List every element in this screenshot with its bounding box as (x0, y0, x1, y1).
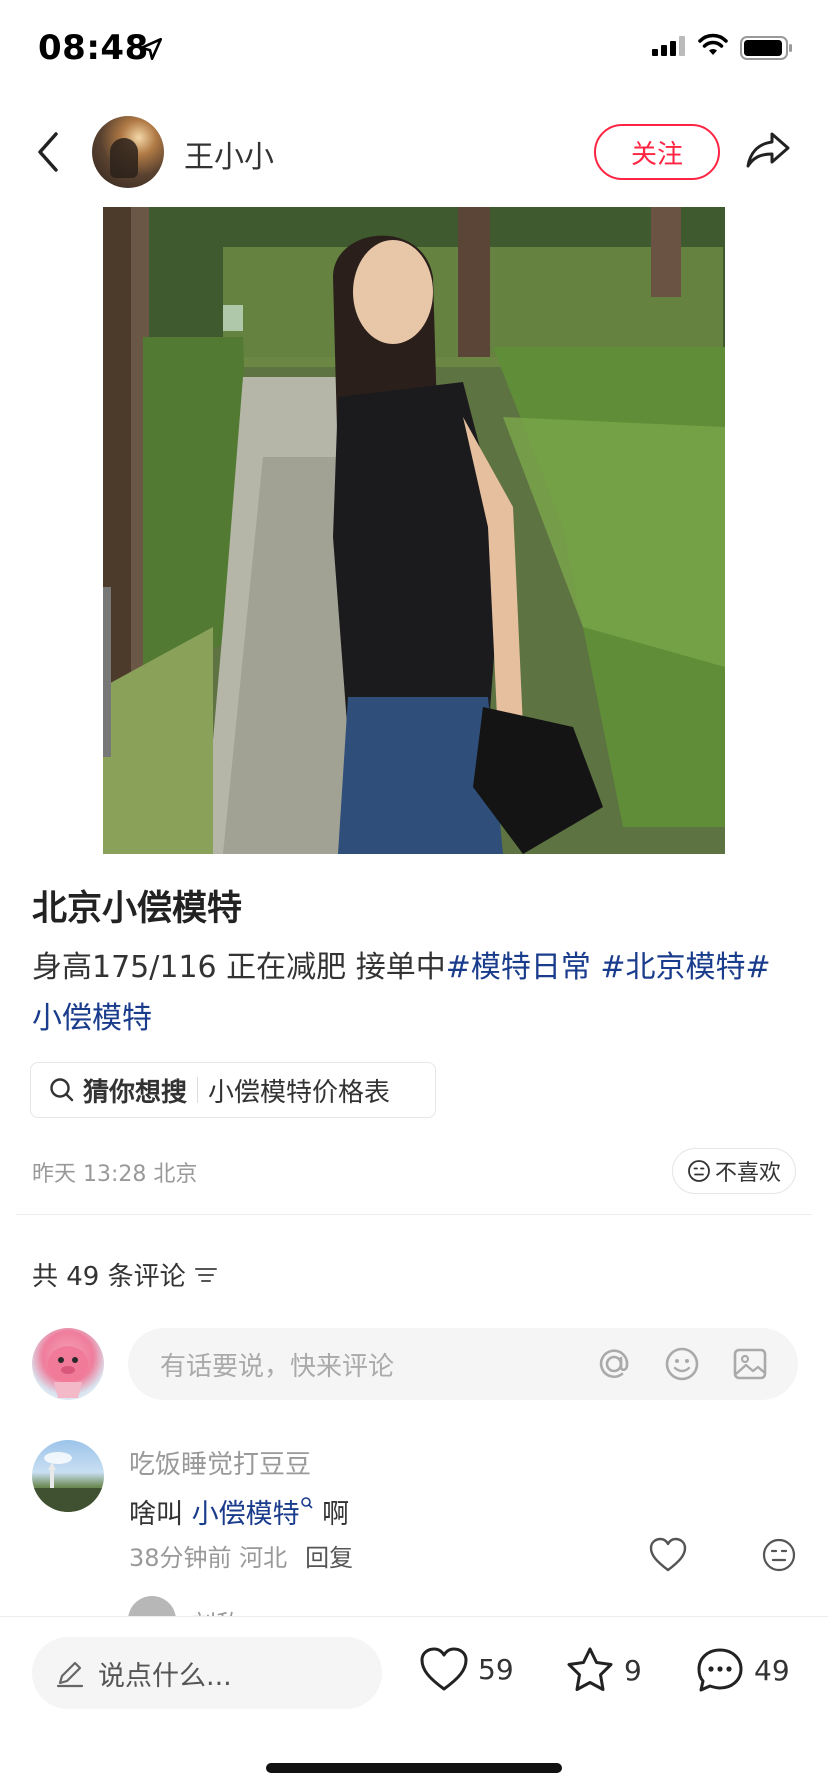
meh-face-icon (688, 1160, 710, 1182)
search-chip-query: 小偿模特价格表 (208, 1077, 391, 1108)
search-icon (50, 1078, 74, 1102)
commenter-avatar-art (32, 1452, 104, 1512)
post-body-text: 身高175/116 正在减肥 接单中 (32, 950, 446, 985)
comment-button[interactable]: 49 (694, 1645, 790, 1695)
comment-input-placeholder: 有话要说，快来评论 (160, 1351, 395, 1382)
comment-like-icon[interactable] (648, 1536, 688, 1574)
battery-icon (740, 36, 792, 60)
post-photo-illustration (103, 207, 725, 854)
comment-keyword-link[interactable]: 小偿模特 (192, 1499, 300, 1530)
comment-text-after: 啊 (313, 1499, 350, 1530)
post-photo[interactable] (103, 207, 725, 854)
home-indicator (266, 1763, 562, 1773)
comment-input-tools (592, 1342, 772, 1386)
comment-input[interactable]: 有话要说，快来评论 (128, 1328, 798, 1400)
comment-text: 啥叫 小偿模特 啊 (129, 1492, 349, 1531)
favorite-count: 9 (624, 1653, 642, 1687)
dislike-button[interactable]: 不喜欢 (672, 1148, 796, 1194)
comment-text-before: 啥叫 (129, 1499, 192, 1530)
status-time: 08:48 (38, 28, 149, 68)
author-avatar[interactable] (92, 116, 164, 188)
back-arrow-icon[interactable] (34, 130, 64, 174)
comment-count-label: 共 49 条评论 (32, 1262, 186, 1292)
sort-filter-icon (194, 1267, 217, 1282)
chip-divider (197, 1077, 199, 1103)
wifi-icon (698, 33, 728, 55)
comment-count-sort[interactable]: 共 49 条评论 (32, 1256, 218, 1293)
commenter-name[interactable]: 吃饭睡觉打豆豆 (129, 1444, 311, 1481)
search-chip-prefix: 猜你想搜 (83, 1077, 188, 1108)
cellular-signal-icon (652, 36, 685, 56)
image-icon[interactable] (728, 1342, 772, 1386)
search-suggestion-chip[interactable]: 猜你想搜 小偿模特价格表 (30, 1062, 436, 1118)
hashtag-link[interactable]: #北京模特# (600, 950, 770, 985)
star-icon (567, 1647, 613, 1691)
comment-meta: 38分钟前 河北 回复 (129, 1538, 353, 1573)
pencil-icon (56, 1661, 84, 1688)
emoji-icon[interactable] (660, 1342, 704, 1386)
like-count: 59 (478, 1652, 514, 1686)
location-arrow-icon (139, 37, 163, 61)
bottom-action-bar: 说点什么... 59 9 49 (0, 1616, 828, 1792)
share-icon[interactable] (744, 128, 792, 172)
post-meta: 昨天 13:28 北京 (32, 1162, 198, 1187)
hashtag-link[interactable]: 小偿模特 (32, 1001, 152, 1036)
search-small-icon (300, 1497, 313, 1509)
section-divider (16, 1214, 812, 1215)
bottom-input-placeholder: 说点什么... (98, 1660, 232, 1692)
current-user-avatar-art (48, 1346, 88, 1398)
chat-bubble-icon (697, 1648, 743, 1692)
comment-item: 吃饭睡觉打豆豆 啥叫 小偿模特 啊 38分钟前 河北 回复 (0, 1440, 828, 1620)
reply-button[interactable]: 回复 (305, 1544, 353, 1572)
author-name[interactable]: 王小小 (184, 132, 274, 176)
heart-icon (420, 1647, 468, 1691)
post-header: 王小小 关注 (0, 110, 828, 194)
like-button[interactable]: 59 (418, 1645, 514, 1693)
hashtag-link[interactable]: #模特日常 (446, 950, 601, 985)
commenter-avatar[interactable] (32, 1440, 104, 1512)
follow-button[interactable]: 关注 (594, 124, 720, 180)
mention-icon[interactable] (592, 1342, 636, 1386)
comment-time-location: 38分钟前 河北 (129, 1544, 288, 1572)
current-user-avatar (32, 1328, 104, 1400)
status-bar: 08:48 (0, 0, 828, 100)
dislike-label: 不喜欢 (714, 1161, 781, 1186)
comment-dislike-icon[interactable] (760, 1536, 798, 1574)
bottom-comment-input[interactable]: 说点什么... (32, 1637, 382, 1709)
post-body: 身高175/116 正在减肥 接单中#模特日常 #北京模特# 小偿模特 (32, 942, 802, 1044)
favorite-button[interactable]: 9 (564, 1645, 642, 1695)
comment-count: 49 (754, 1653, 790, 1687)
post-title: 北京小偿模特 (32, 889, 243, 929)
